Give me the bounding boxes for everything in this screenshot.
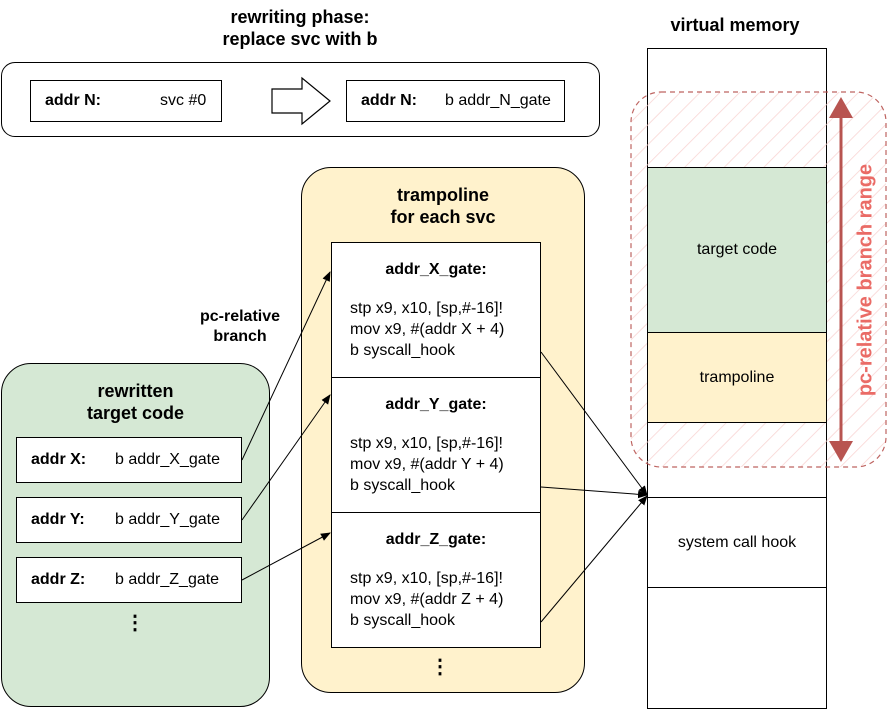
- gate-y: addr_Y_gate: stp x9, x10, [sp,#-16]! mov…: [331, 377, 541, 513]
- trampoline-more: ⋮: [430, 656, 450, 678]
- gate-z: addr_Z_gate: stp x9, x10, [sp,#-16]! mov…: [331, 512, 541, 648]
- target-row-x: addr X: b addr_X_gate: [16, 437, 242, 483]
- target-title: rewritten target code: [86, 381, 185, 423]
- memory-region-target-code: target code: [647, 167, 827, 333]
- trampoline-title: trampoline for each svc: [390, 185, 496, 227]
- memory-title: virtual memory: [670, 15, 800, 35]
- range-label: pc-relative branch range: [854, 163, 877, 397]
- instruction-before: addr N: svc #0: [30, 80, 222, 122]
- instruction-after: addr N: b addr_N_gate: [346, 80, 565, 122]
- memory-region-system-call-hook: system call hook: [647, 497, 827, 588]
- rewriting-phase-title: rewriting phase: replace svc with b: [222, 7, 378, 49]
- target-row-z: addr Z: b addr_Z_gate: [16, 557, 242, 603]
- target-row-y: addr Y: b addr_Y_gate: [16, 497, 242, 543]
- gate-x: addr_X_gate: stp x9, x10, [sp,#-16]! mov…: [331, 242, 541, 378]
- memory-region-trampoline: trampoline: [647, 332, 827, 423]
- branch-label: pc-relative branch: [199, 308, 281, 345]
- target-more: ⋮: [125, 612, 145, 634]
